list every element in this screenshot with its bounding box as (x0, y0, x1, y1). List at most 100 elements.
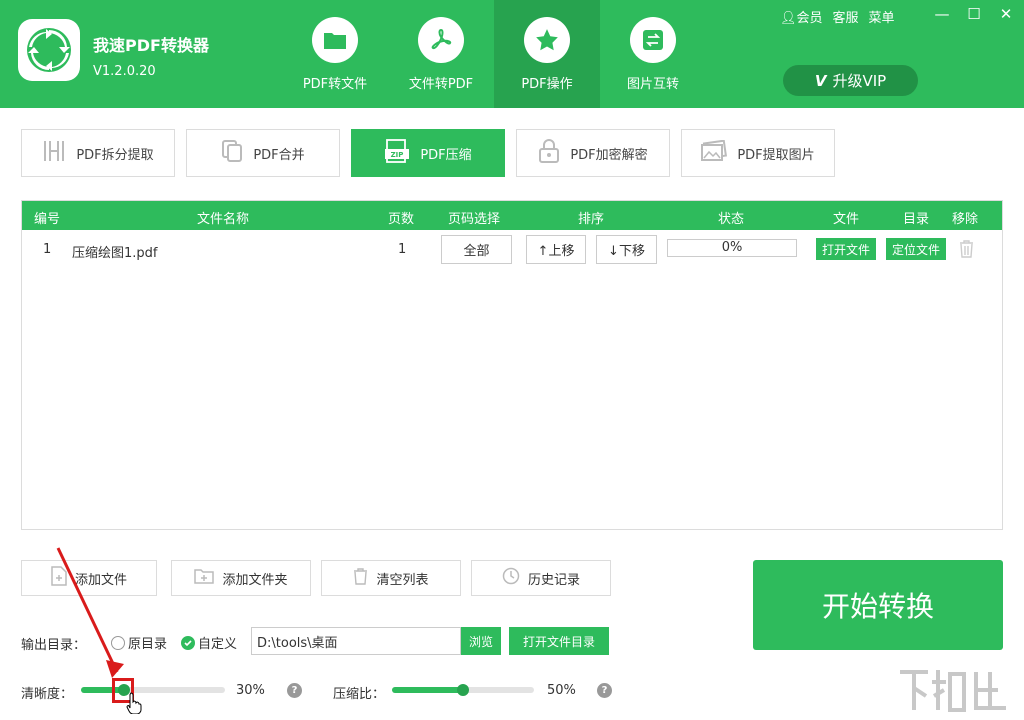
image-icon (701, 139, 728, 166)
user-icon: 👤︎ (780, 11, 797, 26)
open-file-button[interactable]: 打开文件 (816, 238, 876, 260)
pdf-acrobat-icon (418, 17, 464, 63)
main-nav: PDF转文件 文件转PDF PDF操作 图片互转 (282, 0, 706, 108)
app-logo-icon (18, 19, 80, 81)
row-filename: 压缩绘图1.pdf (72, 246, 158, 261)
window-controls: — ☐ ✕ (932, 4, 1016, 24)
compress-slider[interactable] (392, 684, 534, 696)
merge-icon (221, 139, 243, 167)
help-icon[interactable]: ? (597, 683, 612, 698)
nav-image-convert[interactable]: 图片互转 (600, 0, 706, 108)
tab-pdf-split[interactable]: PDF拆分提取 (21, 129, 175, 177)
compress-label: 压缩比： (333, 687, 386, 702)
tab-label: PDF压缩 (420, 147, 472, 163)
vip-label: 升级VIP (832, 72, 887, 90)
lock-icon (538, 138, 560, 168)
clarity-slider[interactable] (81, 684, 225, 696)
app-version: V1.2.0.20 (93, 64, 156, 79)
clear-list-button[interactable]: 清空列表 (321, 560, 461, 596)
radio-label: 原目录 (128, 637, 168, 652)
vip-icon: V (814, 71, 827, 90)
tab-pdf-extract-images[interactable]: PDF提取图片 (681, 129, 835, 177)
nav-pdf-operations[interactable]: PDF操作 (494, 0, 600, 108)
tab-label: PDF提取图片 (737, 147, 815, 163)
compress-value: 50% (547, 683, 576, 698)
member-link[interactable]: 👤︎会员 (780, 7, 823, 26)
col-remove: 移除 (952, 212, 979, 227)
col-sort: 排序 (578, 212, 605, 227)
table-row: 1 压缩绘图1.pdf 1 全部 ↑上移 ↓下移 0% 打开文件 定位文件 (22, 230, 1002, 272)
top-links: 👤︎会员 客服 菜单 (780, 7, 895, 26)
col-file: 文件 (833, 212, 860, 227)
history-button[interactable]: 历史记录 (471, 560, 611, 596)
start-convert-button[interactable]: 开始转换 (753, 560, 1003, 650)
slider-fill (392, 687, 463, 693)
browse-button[interactable]: 浏览 (461, 627, 501, 655)
page-select-button[interactable]: 全部 (441, 235, 512, 264)
add-folder-label: 添加文件夹 (222, 572, 288, 588)
col-dir: 目录 (903, 212, 930, 227)
radio-dot (111, 635, 125, 650)
open-dir-button[interactable]: 打开文件目录 (509, 627, 609, 655)
folder-plus-icon (194, 568, 215, 588)
app-header: 我速PDF转换器 V1.2.0.20 PDF转文件 文件转PDF PDF操作 图… (0, 0, 1024, 108)
help-icon[interactable]: ? (287, 683, 302, 698)
nav-label: PDF操作 (521, 77, 573, 92)
minimize-icon[interactable]: — (932, 4, 952, 24)
site-watermark-icon (900, 670, 1006, 712)
tab-pdf-merge[interactable]: PDF合并 (186, 129, 340, 177)
row-num: 1 (43, 242, 52, 257)
split-icon (42, 140, 66, 166)
upgrade-vip-button[interactable]: V 升级VIP (783, 65, 918, 96)
col-name: 文件名称 (197, 212, 250, 227)
zip-icon: ZIP (384, 139, 410, 167)
maximize-icon[interactable]: ☐ (964, 4, 984, 24)
col-page-select: 页码选择 (448, 212, 501, 227)
add-file-button[interactable]: 添加文件 (21, 560, 157, 596)
radio-label: 自定义 (198, 637, 238, 652)
col-status: 状态 (718, 212, 745, 227)
nav-label: PDF转文件 (302, 77, 368, 92)
check-icon (181, 635, 195, 650)
tab-label: PDF拆分提取 (76, 147, 154, 163)
trash-icon (353, 567, 368, 589)
clarity-label: 清晰度： (21, 687, 74, 702)
clock-icon (502, 567, 520, 589)
radio-original-dir[interactable]: 原目录 (111, 633, 167, 652)
table-header: 编号 文件名称 页数 页码选择 排序 状态 文件 目录 移除 (22, 201, 1002, 230)
history-label: 历史记录 (527, 572, 580, 588)
tab-label: PDF加密解密 (570, 147, 648, 163)
output-path-input[interactable] (251, 627, 461, 655)
nav-pdf-to-file[interactable]: PDF转文件 (282, 0, 388, 108)
clarity-value: 30% (236, 683, 265, 698)
hand-cursor-icon (126, 692, 142, 714)
nav-file-to-pdf[interactable]: 文件转PDF (388, 0, 494, 108)
add-file-label: 添加文件 (74, 572, 127, 588)
folder-icon (312, 17, 358, 63)
close-icon[interactable]: ✕ (996, 4, 1016, 24)
slider-thumb[interactable] (457, 684, 469, 696)
clear-list-label: 清空列表 (376, 572, 429, 588)
move-up-button[interactable]: ↑上移 (526, 235, 586, 264)
app-name: 我速PDF转换器 (93, 36, 209, 55)
tab-label: PDF合并 (253, 147, 305, 163)
file-plus-icon (51, 566, 67, 590)
tab-pdf-encrypt[interactable]: PDF加密解密 (516, 129, 670, 177)
col-pages: 页数 (388, 212, 415, 227)
locate-file-button[interactable]: 定位文件 (886, 238, 946, 260)
swap-icon (630, 17, 676, 63)
progress-bar: 0% (667, 239, 797, 257)
file-table: 编号 文件名称 页数 页码选择 排序 状态 文件 目录 移除 1 压缩绘图1.p… (21, 200, 1003, 530)
trash-icon[interactable] (959, 240, 974, 262)
star-icon (524, 17, 570, 63)
service-link[interactable]: 客服 (833, 7, 859, 26)
add-folder-button[interactable]: 添加文件夹 (171, 560, 311, 596)
menu-link[interactable]: 菜单 (869, 7, 895, 26)
move-down-button[interactable]: ↓下移 (596, 235, 657, 264)
col-num: 编号 (34, 212, 61, 227)
tool-tabs: PDF拆分提取 PDF合并 ZIP PDF压缩 PDF加密解密 PDF提取图片 (21, 129, 835, 177)
output-dir-label: 输出目录： (21, 638, 87, 653)
radio-custom-dir[interactable]: 自定义 (181, 633, 237, 652)
tab-pdf-compress[interactable]: ZIP PDF压缩 (351, 129, 505, 177)
svg-text:ZIP: ZIP (391, 151, 404, 159)
